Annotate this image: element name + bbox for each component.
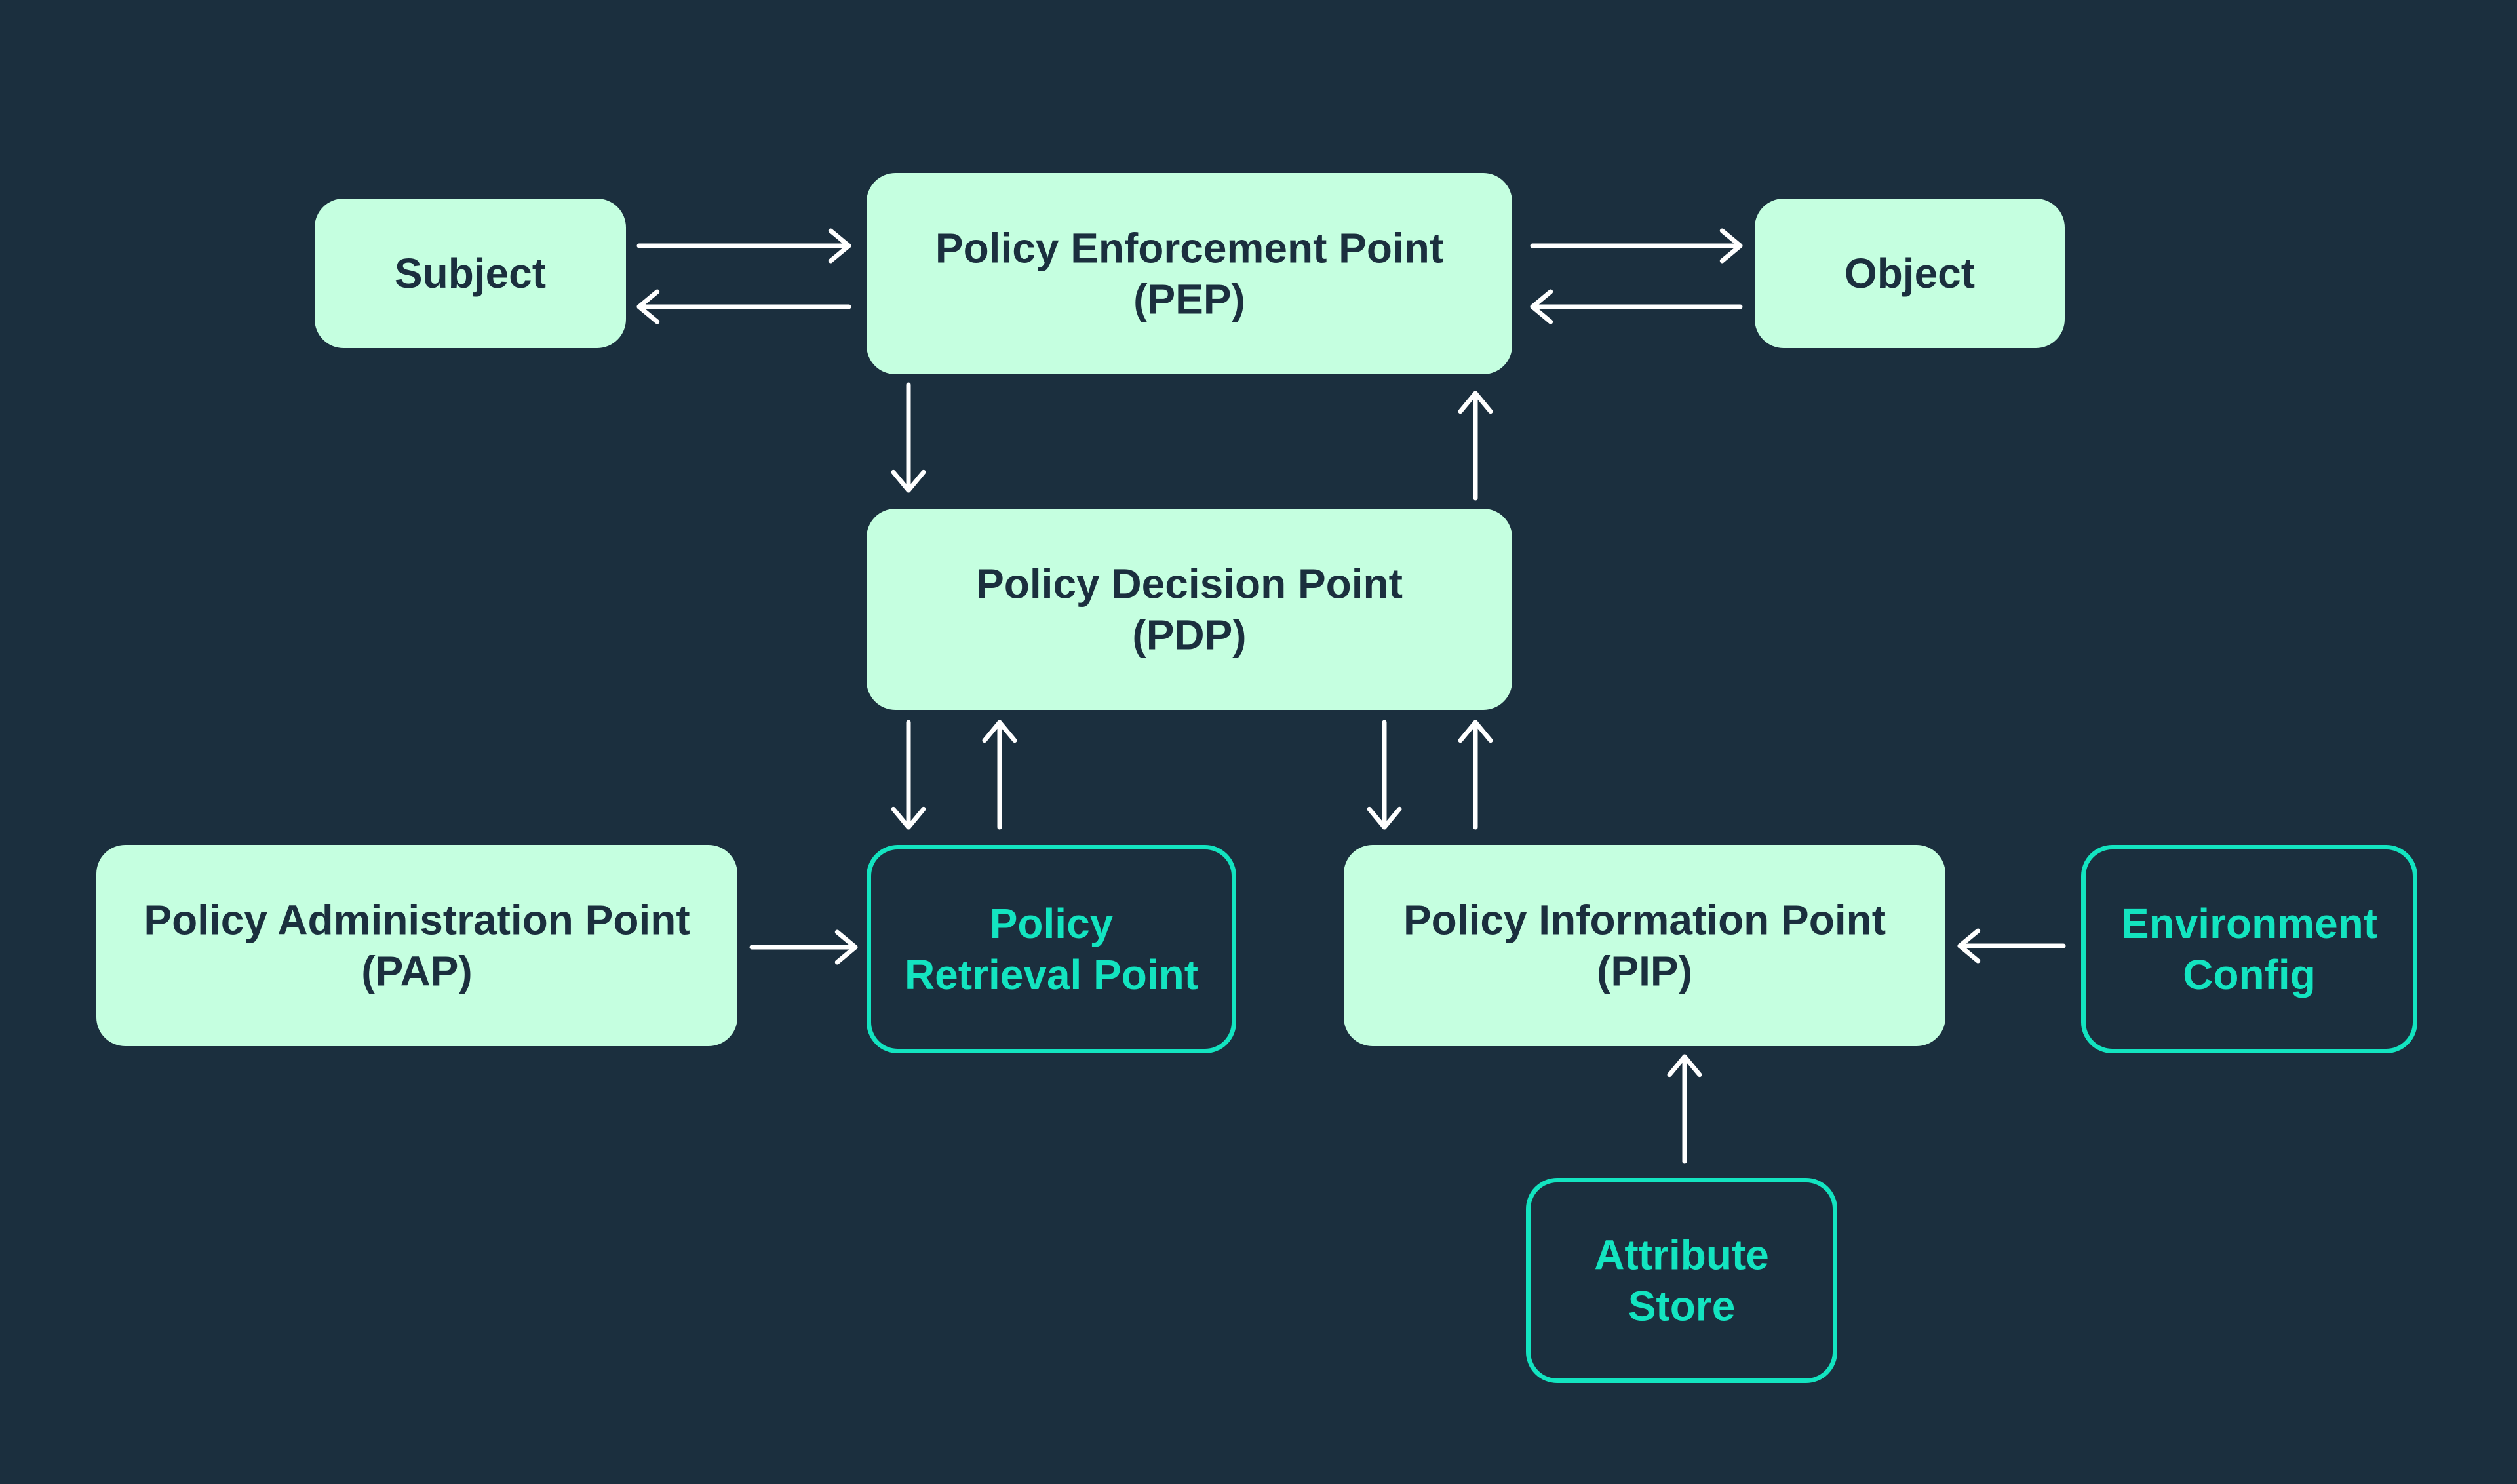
node-attr-label-line-2: Store <box>1628 1283 1736 1330</box>
node-env-box <box>2081 845 2417 1053</box>
node-pip: Policy Information Point(PIP) <box>1344 845 1945 1046</box>
arrow-pep-to-object <box>1530 228 1743 264</box>
arrow-pep-to-subject <box>636 289 851 324</box>
node-pip-label-line-2: (PIP) <box>1597 948 1692 995</box>
node-pdp-label-line-2: (PDP) <box>1132 612 1246 659</box>
node-subject: Subject <box>315 199 626 348</box>
node-attr: AttributeStore <box>1526 1178 1837 1383</box>
node-pdp-box <box>867 509 1512 710</box>
node-object: Object <box>1755 199 2065 348</box>
nodes-layer: Subject Policy Enforcement Point(PEP) Obje… <box>96 173 2417 1383</box>
node-prp: PolicyRetrieval Point <box>867 845 1236 1053</box>
node-attr-label-line-1: Attribute <box>1594 1232 1769 1279</box>
arrow-pip-to-pdp <box>1458 720 1493 830</box>
node-env-label-line-2: Config <box>2183 951 2316 998</box>
arrow-pdp-to-prp <box>891 720 926 830</box>
arrow-object-to-pep <box>1530 289 1743 324</box>
node-attr-box <box>1526 1178 1837 1383</box>
node-prp-label-line-2: Retrieval Point <box>905 951 1198 998</box>
arrow-pdp-to-pip <box>1367 720 1402 830</box>
node-pdp: Policy Decision Point(PDP) <box>867 509 1512 710</box>
node-prp-box <box>867 845 1236 1053</box>
arrow-prp-to-pdp <box>982 720 1017 830</box>
node-object-label-line-1: Object <box>1844 250 1975 297</box>
node-pdp-label-line-1: Policy Decision Point <box>976 560 1403 608</box>
node-pep-label-line-1: Policy Enforcement Point <box>935 225 1443 272</box>
arrow-pap-to-prp <box>749 929 858 965</box>
abac-architecture-diagram: Subject Policy Enforcement Point(PEP) Obje… <box>96 173 2417 1383</box>
node-pep-box <box>867 173 1512 374</box>
node-subject-label-line-1: Subject <box>395 250 546 297</box>
node-pap: Policy Administration Point(PAP) <box>96 845 737 1046</box>
node-pep: Policy Enforcement Point(PEP) <box>867 173 1512 374</box>
node-prp-label-line-1: Policy <box>990 900 1114 947</box>
node-pip-label-line-1: Policy Information Point <box>1403 897 1886 944</box>
arrow-pep-to-pdp <box>891 382 926 493</box>
node-env-label-line-1: Environment <box>2121 900 2377 947</box>
arrow-subject-to-pep <box>636 228 851 264</box>
node-pep-label-line-2: (PEP) <box>1133 276 1245 323</box>
arrow-attr-to-pip <box>1667 1054 1702 1164</box>
node-env: EnvironmentConfig <box>2081 845 2417 1053</box>
node-pap-label-line-1: Policy Administration Point <box>144 897 690 944</box>
arrow-pdp-to-pep <box>1458 391 1493 501</box>
node-pap-box <box>96 845 737 1046</box>
node-pip-box <box>1344 845 1945 1046</box>
node-pap-label-line-2: (PAP) <box>361 948 472 995</box>
arrow-env-to-pip <box>1957 928 2066 964</box>
